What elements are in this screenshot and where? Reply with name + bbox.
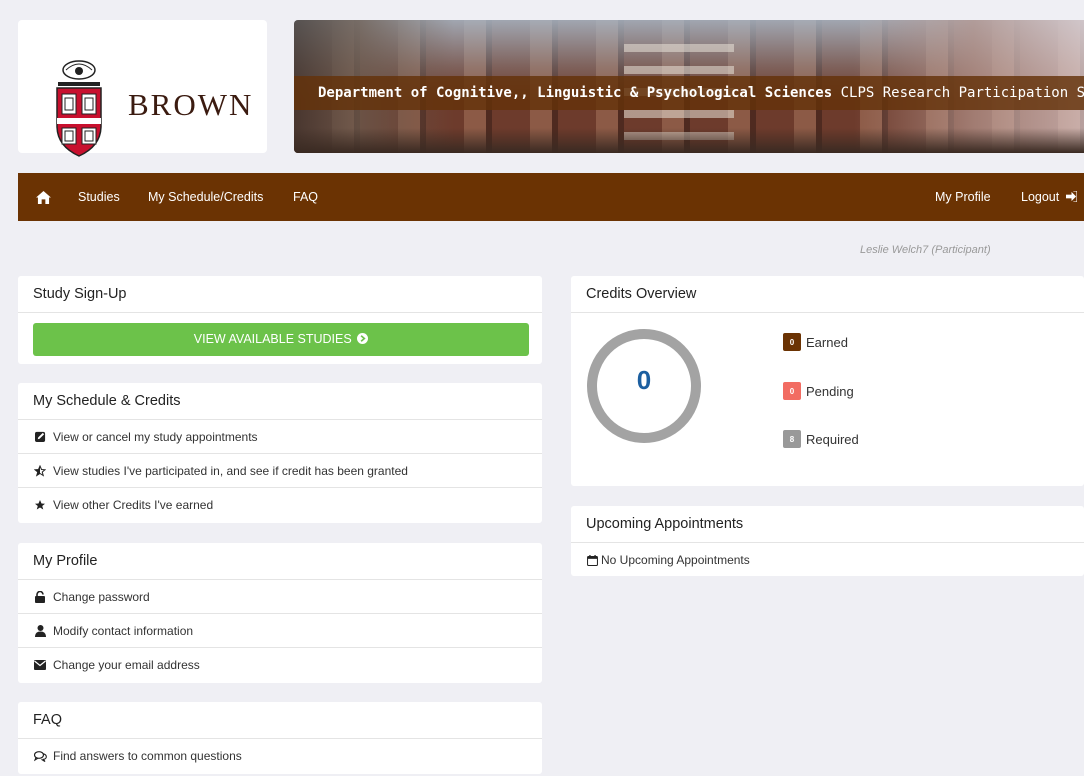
required-label: Required — [806, 431, 859, 447]
upcoming-appointments-title: Upcoming Appointments — [571, 506, 1084, 543]
header-banner: Department of Cognitive,, Linguistic & P… — [294, 20, 1084, 153]
banner-title-bold: Department of Cognitive,, Linguistic & P… — [318, 85, 833, 101]
edit-icon — [33, 430, 47, 444]
earned-count-badge: 0 — [783, 333, 801, 351]
upcoming-appointments-panel: Upcoming Appointments No Upcoming Appoin… — [571, 506, 1084, 576]
main-navbar: Studies My Schedule/Credits FAQ My Profi… — [18, 173, 1084, 221]
star-icon — [33, 498, 47, 512]
pending-count-badge: 0 — [783, 382, 801, 400]
schedule-credits-panel: My Schedule & Credits View or cancel my … — [18, 383, 542, 523]
nav-logout-label: Logout — [1021, 190, 1060, 204]
view-cancel-appointments-label: View or cancel my study appointments — [53, 429, 258, 444]
nav-schedule-credits[interactable]: My Schedule/Credits — [148, 173, 263, 221]
banner-ground — [294, 128, 1084, 153]
view-participated-studies-label: View studies I've participated in, and s… — [53, 463, 408, 478]
no-appointments-label: No Upcoming Appointments — [601, 553, 750, 567]
required-count-badge: 8 — [783, 430, 801, 448]
credits-overview-title: Credits Overview — [571, 276, 1084, 313]
envelope-icon — [33, 658, 47, 672]
change-password-label: Change password — [53, 589, 150, 604]
faq-title: FAQ — [18, 702, 542, 739]
legend-earned: 0 Earned — [783, 333, 848, 351]
change-email-label: Change your email address — [53, 658, 200, 672]
view-available-studies-button[interactable]: VIEW AVAILABLE STUDIES — [33, 323, 529, 356]
user-icon — [33, 624, 47, 638]
credits-overview-body: 0 0 Earned 0 Pending 8 Required — [571, 313, 1084, 486]
banner-title-rest: CLPS Research Participation System — [840, 85, 1084, 101]
legend-required: 8 Required — [783, 430, 859, 448]
view-available-studies-label: VIEW AVAILABLE STUDIES — [193, 332, 352, 346]
view-other-credits-label: View other Credits I've earned — [53, 498, 214, 512]
brand-name: BROWN — [128, 87, 254, 122]
view-cancel-appointments-link[interactable]: View or cancel my study appointments — [18, 420, 542, 454]
current-user: Leslie Welch7 (Participant) — [860, 244, 991, 256]
modify-contact-label: Modify contact information — [53, 623, 194, 638]
nav-logout[interactable]: Logout — [1021, 173, 1078, 221]
star-half-icon — [33, 464, 47, 478]
legend-pending: 0 Pending — [783, 382, 854, 400]
nav-studies[interactable]: Studies — [78, 173, 120, 221]
find-answers-label: Find answers to common questions — [53, 749, 242, 763]
chat-icon — [33, 749, 47, 763]
modify-contact-link[interactable]: Modify contact information — [18, 614, 542, 648]
change-email-link[interactable]: Change your email address — [18, 648, 542, 682]
credits-overview-panel: Credits Overview 0 0 Earned 0 Pending 8 … — [571, 276, 1084, 486]
lock-icon — [33, 590, 47, 604]
earned-label: Earned — [806, 334, 848, 350]
view-participated-studies-link[interactable]: View studies I've participated in, and s… — [18, 454, 542, 488]
schedule-credits-title: My Schedule & Credits — [18, 383, 542, 420]
calendar-icon — [585, 553, 599, 567]
logout-icon — [1065, 190, 1078, 203]
faq-panel: FAQ Find answers to common questions — [18, 702, 542, 774]
home-icon[interactable] — [36, 173, 52, 221]
view-other-credits-link[interactable]: View other Credits I've earned — [18, 488, 542, 522]
study-signup-title: Study Sign-Up — [18, 276, 542, 313]
credits-total: 0 — [636, 365, 652, 395]
change-password-link[interactable]: Change password — [18, 580, 542, 614]
banner-title: Department of Cognitive,, Linguistic & P… — [294, 76, 1084, 110]
my-profile-panel: My Profile Change password Modify contac… — [18, 543, 542, 683]
pending-label: Pending — [806, 383, 854, 399]
nav-faq[interactable]: FAQ — [293, 173, 318, 221]
no-appointments-row: No Upcoming Appointments — [571, 543, 1084, 577]
find-answers-link[interactable]: Find answers to common questions — [18, 739, 542, 773]
my-profile-title: My Profile — [18, 543, 542, 580]
nav-my-profile[interactable]: My Profile — [935, 173, 991, 221]
circle-chevron-right-icon — [357, 333, 369, 344]
study-signup-panel: Study Sign-Up VIEW AVAILABLE STUDIES — [18, 276, 542, 364]
brown-logo-box[interactable]: BROWN — [18, 20, 267, 157]
brown-shield-icon — [56, 60, 102, 157]
